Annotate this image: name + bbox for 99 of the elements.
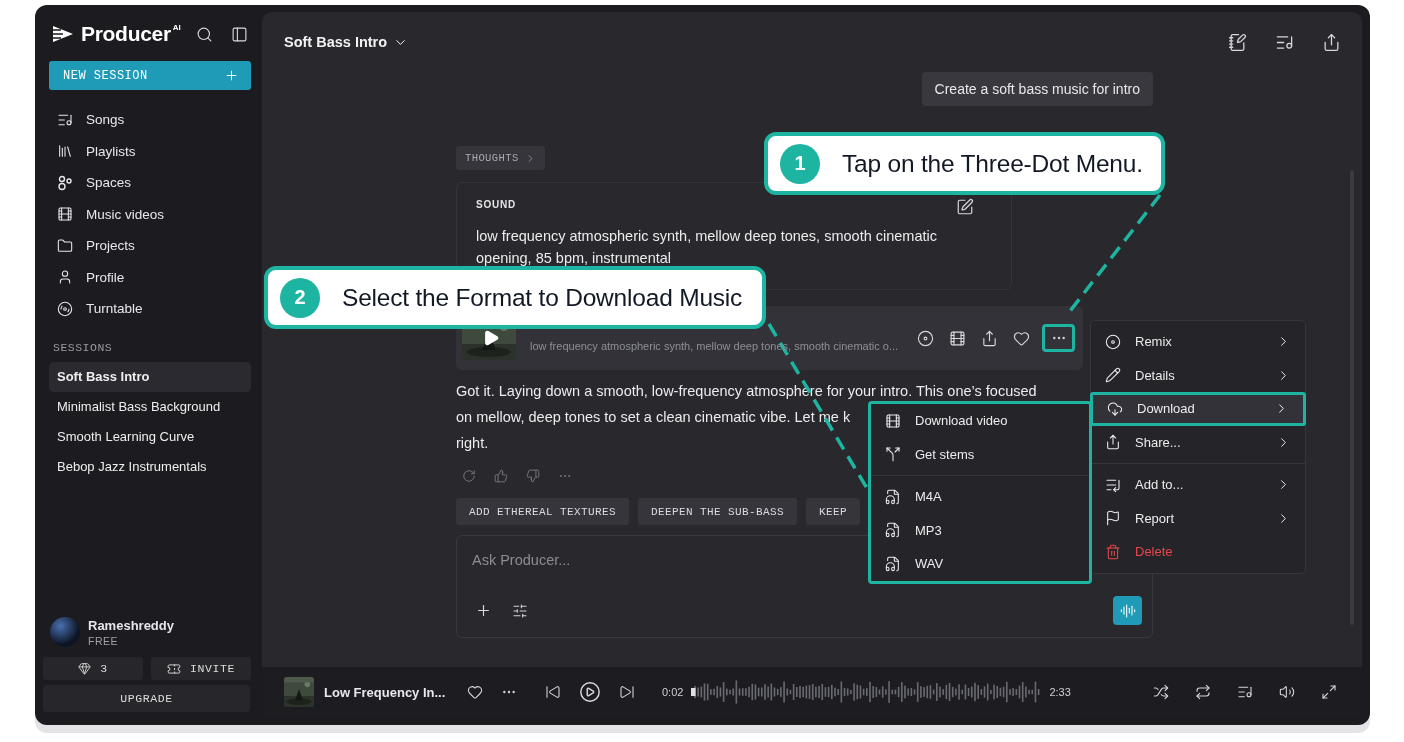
voice-button[interactable]: [1113, 596, 1142, 625]
thumbs-down-icon: [526, 469, 540, 483]
library-icon: [57, 143, 73, 160]
sound-label: SOUND: [476, 199, 517, 211]
session-item[interactable]: Smooth Learning Curve: [49, 421, 251, 452]
menu-item[interactable]: Share...: [1091, 425, 1305, 459]
step-number: 2: [280, 277, 320, 318]
trash-icon: [1105, 543, 1121, 560]
track-title: Low Frequency In...: [324, 684, 447, 700]
split-icon: [885, 446, 901, 463]
invite-button[interactable]: INVITE: [151, 657, 251, 680]
play-icon: [579, 681, 601, 703]
suggestion-chip[interactable]: DEEPEN THE SUB-BASS: [638, 498, 798, 525]
menu-item[interactable]: WAV: [871, 547, 1089, 581]
disc-icon: [1105, 333, 1121, 350]
shuffle-icon: [1153, 684, 1169, 700]
skip-back-icon: [545, 684, 561, 700]
menu-item[interactable]: Download: [1090, 392, 1306, 426]
nav-item[interactable]: Spaces: [49, 167, 251, 199]
prompt-field[interactable]: Ask Producer...: [472, 552, 772, 568]
menu-item[interactable]: MP3: [871, 513, 1089, 547]
callout-text: Tap on the Three-Dot Menu.: [842, 149, 1143, 178]
audio-file-icon: [885, 488, 901, 505]
heart-icon: [1013, 329, 1030, 347]
panel-icon: [231, 25, 248, 43]
avatar[interactable]: [50, 617, 80, 647]
nav-item[interactable]: Profile: [49, 261, 251, 293]
cloud-download-icon: [1107, 400, 1123, 417]
reply-text: Got it. Laying down a smooth, low-frequency atmosphere for your intro. This one’s focused: [456, 382, 1037, 401]
expand-icon: [1321, 684, 1337, 700]
session-item[interactable]: Bebop Jazz Instrumentals: [49, 451, 251, 482]
session-item[interactable]: Soft Bass Intro: [49, 361, 251, 392]
section-heading: SESSIONS: [52, 340, 114, 354]
nav-item[interactable]: Playlists: [49, 135, 251, 167]
menu-item[interactable]: Add to...: [1091, 468, 1305, 502]
menu-item[interactable]: M4A: [871, 480, 1089, 514]
sliders-icon: [512, 602, 528, 619]
logo-icon: [51, 25, 75, 43]
plan-label: FREE: [88, 634, 119, 647]
search-icon: [196, 25, 213, 43]
play-icon: [482, 329, 500, 347]
step-number: 1: [780, 143, 820, 184]
nav-item[interactable]: Songs: [49, 104, 251, 136]
volume-icon: [1279, 684, 1295, 700]
upgrade-button[interactable]: UPGRADE: [43, 685, 250, 712]
circles-icon: [57, 174, 73, 191]
elapsed-time: 0:02: [662, 686, 684, 698]
menu-item[interactable]: Details: [1091, 358, 1305, 392]
thoughts-button[interactable]: THOUGHTS: [456, 146, 545, 170]
session-item[interactable]: Minimalist Bass Background: [49, 391, 251, 422]
menu-item[interactable]: Download video: [871, 404, 1089, 438]
audio-lines-icon: [1119, 602, 1136, 619]
nav-item[interactable]: Turntable: [49, 293, 251, 325]
film-icon: [949, 329, 966, 347]
share-icon: [1322, 32, 1341, 52]
audio-file-icon: [885, 555, 901, 572]
session-title-dropdown[interactable]: Soft Bass Intro: [284, 34, 409, 50]
refresh-icon: [462, 469, 476, 483]
menu-item[interactable]: Delete: [1091, 535, 1305, 569]
waveform[interactable]: [691, 679, 1042, 705]
thumbs-up-icon: [494, 469, 508, 483]
plus-icon: [224, 68, 239, 83]
audio-file-icon: [885, 522, 901, 539]
heart-icon: [467, 684, 483, 700]
user-name: Rameshreddy: [88, 617, 174, 633]
film-icon: [885, 412, 901, 429]
share-icon: [1105, 434, 1121, 451]
pencil-icon: [1105, 367, 1121, 384]
share-icon: [981, 329, 998, 347]
menu-item[interactable]: Get stems: [871, 437, 1089, 471]
disc-icon: [57, 300, 73, 317]
logo-label: AI: [172, 23, 181, 32]
repeat-icon: [1195, 684, 1211, 700]
disc-icon: [917, 329, 934, 347]
reply-text: on mellow, deep tones to set a clean cinematic vibe. Let me k: [456, 408, 851, 427]
edit-icon: [956, 198, 974, 216]
logo-text: Producer: [81, 22, 171, 46]
reply-text: right.: [456, 434, 489, 453]
user-message: Create a soft bass music for intro: [921, 72, 1153, 106]
menu-item[interactable]: Remix: [1091, 325, 1305, 359]
menu-item[interactable]: Report: [1091, 501, 1305, 535]
gem-icon: [78, 662, 92, 675]
notebook-icon: [1228, 32, 1247, 52]
suggestion-chip[interactable]: KEEP: [806, 498, 861, 525]
nav-item[interactable]: Music videos: [49, 198, 251, 230]
music-list-icon: [1237, 684, 1253, 700]
credits-button[interactable]: 3: [43, 657, 143, 680]
skip-forward-icon: [619, 684, 635, 700]
duration: 2:33: [1049, 686, 1071, 698]
more-button[interactable]: [1042, 324, 1075, 352]
flag-icon: [1105, 510, 1121, 527]
plus-icon: [475, 602, 492, 619]
folder-icon: [57, 237, 73, 254]
ticket-icon: [167, 661, 181, 676]
user-icon: [57, 269, 73, 286]
film-icon: [57, 206, 73, 223]
nav-item[interactable]: Projects: [49, 230, 251, 262]
suggestion-chip[interactable]: ADD ETHEREAL TEXTURES: [456, 498, 630, 525]
sound-description: low frequency atmospheric synth, mellow deep tones, smooth cinematic opening, 85 bpm, instrumental: [476, 227, 938, 268]
